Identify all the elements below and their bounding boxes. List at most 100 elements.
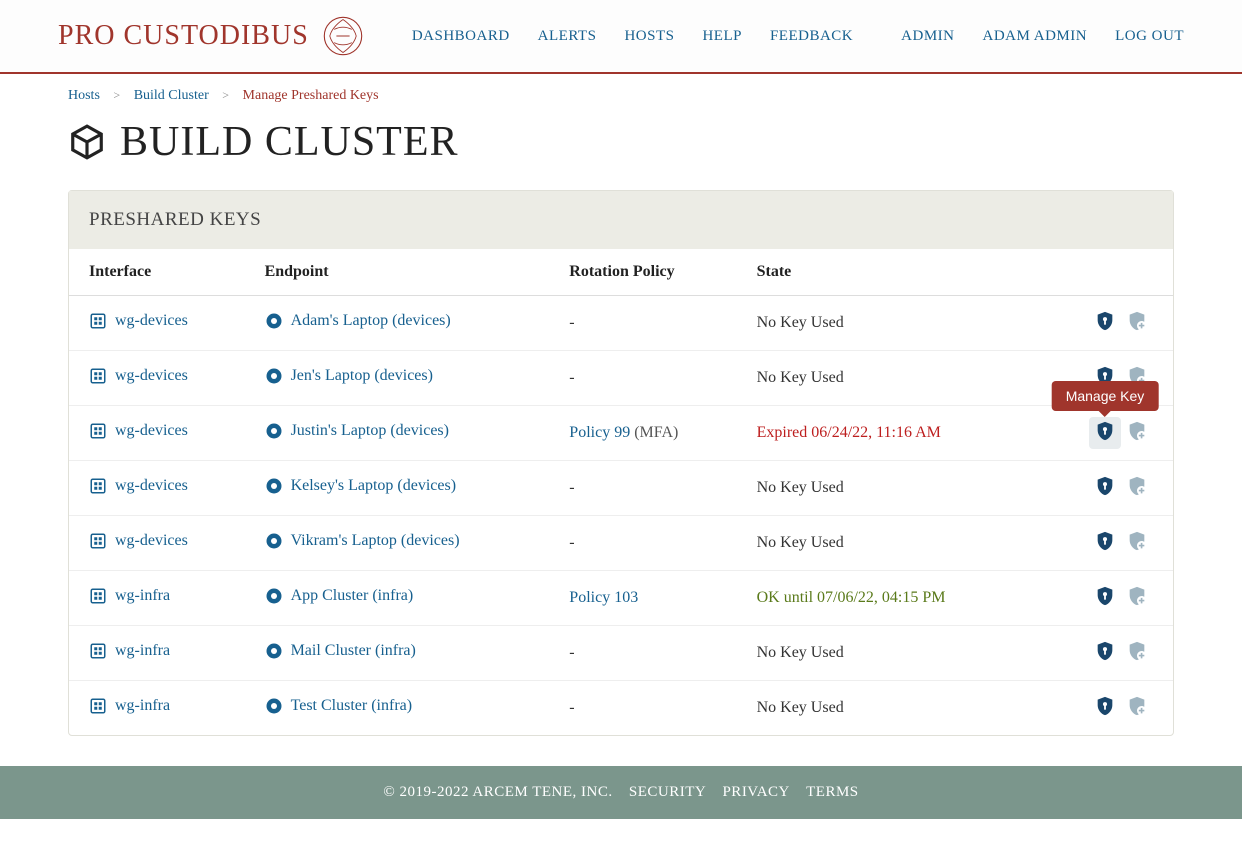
shield-plus-icon: [1126, 310, 1148, 337]
add-key-button[interactable]: [1121, 472, 1153, 504]
manage-key-button[interactable]: [1089, 582, 1121, 614]
table-row: wg-devices Jen's Laptop (devices) - No Key …: [69, 351, 1173, 406]
footer: © 2019-2022 ARCEM TENE, INC. SECURITY PR…: [0, 766, 1242, 819]
interface-link[interactable]: wg-infra: [115, 587, 170, 605]
nav-admin[interactable]: ADMIN: [901, 28, 954, 45]
crumb-cluster[interactable]: Build Cluster: [134, 88, 209, 103]
endpoint-link[interactable]: Mail Cluster (infra): [291, 642, 416, 660]
shield-key-icon: [1094, 695, 1116, 722]
footer-copyright: © 2019-2022 ARCEM TENE, INC.: [383, 784, 612, 800]
footer-security[interactable]: SECURITY: [629, 784, 706, 800]
nav-alerts[interactable]: ALERTS: [538, 28, 597, 45]
shield-plus-icon: [1126, 475, 1148, 502]
manage-key-button[interactable]: [1089, 527, 1121, 559]
add-key-button[interactable]: [1121, 637, 1153, 669]
policy-text: -: [569, 314, 574, 331]
shield-key-icon: [1094, 585, 1116, 612]
interface-link[interactable]: wg-devices: [115, 532, 188, 550]
crumb-sep: >: [222, 88, 229, 102]
state-text: No Key Used: [757, 699, 844, 716]
endpoint-link[interactable]: Vikram's Laptop (devices): [291, 532, 460, 550]
state-text: No Key Used: [757, 479, 844, 496]
table-row: wg-devices Kelsey's Laptop (devices) - No K…: [69, 461, 1173, 516]
state-text: No Key Used: [757, 534, 844, 551]
policy-text: -: [569, 479, 574, 496]
manage-key-button[interactable]: [1089, 637, 1121, 669]
keys-table: Interface Endpoint Rotation Policy State…: [69, 249, 1173, 735]
nav: DASHBOARD ALERTS HOSTS HELP FEEDBACK ADM…: [412, 28, 1184, 45]
manage-key-button[interactable]: Manage Key: [1089, 417, 1121, 449]
shield-plus-icon: [1126, 420, 1148, 447]
nav-help[interactable]: HELP: [702, 28, 742, 45]
state-text: Expired 06/24/22, 11:16 AM: [757, 424, 941, 441]
brand[interactable]: PRO CUSTODIBUS: [58, 14, 365, 58]
table-row: wg-infra Test Cluster (infra) - No Key Used: [69, 681, 1173, 736]
nav-logout[interactable]: LOG OUT: [1115, 28, 1184, 45]
col-policy: Rotation Policy: [555, 249, 742, 296]
shield-key-icon: [1094, 530, 1116, 557]
table-row: wg-devices Adam's Laptop (devices) - No Key…: [69, 296, 1173, 351]
endpoint-link[interactable]: Adam's Laptop (devices): [291, 312, 451, 330]
header: PRO CUSTODIBUS DASHBOARD ALERTS HOSTS HE…: [0, 0, 1242, 74]
state-text: No Key Used: [757, 644, 844, 661]
add-key-button[interactable]: [1121, 307, 1153, 339]
add-key-button[interactable]: [1121, 582, 1153, 614]
col-interface: Interface: [69, 249, 251, 296]
brand-text: PRO CUSTODIBUS: [58, 20, 309, 52]
policy-text: -: [569, 534, 574, 551]
manage-key-button[interactable]: [1089, 472, 1121, 504]
state-text: No Key Used: [757, 314, 844, 331]
page-title: BUILD CLUSTER: [120, 118, 459, 166]
add-key-button[interactable]: [1121, 417, 1153, 449]
shield-plus-icon: [1126, 585, 1148, 612]
state-text: OK until 07/06/22, 04:15 PM: [757, 589, 946, 606]
keys-panel: PRESHARED KEYS Interface Endpoint Rotati…: [68, 190, 1174, 736]
tooltip: Manage Key: [1052, 381, 1159, 411]
cube-icon: [68, 123, 106, 161]
policy-text: -: [569, 644, 574, 661]
table-row: wg-devices Vikram's Laptop (devices) - No K…: [69, 516, 1173, 571]
shield-plus-icon: [1126, 530, 1148, 557]
interface-link[interactable]: wg-devices: [115, 367, 188, 385]
col-endpoint: Endpoint: [251, 249, 556, 296]
endpoint-link[interactable]: Justin's Laptop (devices): [291, 422, 449, 440]
page-title-row: BUILD CLUSTER: [0, 108, 1242, 190]
shield-plus-icon: [1126, 640, 1148, 667]
policy-text: -: [569, 699, 574, 716]
endpoint-link[interactable]: Test Cluster (infra): [291, 697, 413, 715]
policy-suffix: (MFA): [630, 424, 678, 441]
interface-link[interactable]: wg-devices: [115, 477, 188, 495]
interface-link[interactable]: wg-infra: [115, 697, 170, 715]
endpoint-link[interactable]: Jen's Laptop (devices): [291, 367, 433, 385]
nav-feedback[interactable]: FEEDBACK: [770, 28, 853, 45]
table-row: wg-infra Mail Cluster (infra) - No Key Used: [69, 626, 1173, 681]
footer-terms[interactable]: TERMS: [806, 784, 859, 800]
crumb-hosts[interactable]: Hosts: [68, 88, 100, 103]
endpoint-link[interactable]: Kelsey's Laptop (devices): [291, 477, 457, 495]
nav-user[interactable]: ADAM ADMIN: [983, 28, 1088, 45]
interface-link[interactable]: wg-devices: [115, 422, 188, 440]
interface-link[interactable]: wg-devices: [115, 312, 188, 330]
panel-title: PRESHARED KEYS: [69, 191, 1173, 249]
add-key-button[interactable]: [1121, 692, 1153, 724]
endpoint-link[interactable]: App Cluster (infra): [291, 587, 414, 605]
state-text: No Key Used: [757, 369, 844, 386]
manage-key-button[interactable]: [1089, 307, 1121, 339]
policy-link[interactable]: Policy 103: [569, 589, 638, 606]
shield-key-icon: [1094, 640, 1116, 667]
shield-key-icon: [1094, 420, 1116, 447]
add-key-button[interactable]: [1121, 527, 1153, 559]
crumb-sep: >: [113, 88, 120, 102]
interface-link[interactable]: wg-infra: [115, 642, 170, 660]
policy-text: -: [569, 369, 574, 386]
shield-plus-icon: [1126, 695, 1148, 722]
shield-key-icon: [1094, 475, 1116, 502]
manage-key-button[interactable]: [1089, 692, 1121, 724]
nav-hosts[interactable]: HOSTS: [624, 28, 674, 45]
brand-logo-icon: [321, 14, 365, 58]
footer-privacy[interactable]: PRIVACY: [722, 784, 789, 800]
breadcrumb: Hosts > Build Cluster > Manage Preshared…: [0, 74, 1242, 108]
nav-dashboard[interactable]: DASHBOARD: [412, 28, 510, 45]
nav-user-group: ADMIN ADAM ADMIN LOG OUT: [901, 28, 1184, 45]
policy-link[interactable]: Policy 99: [569, 424, 630, 441]
